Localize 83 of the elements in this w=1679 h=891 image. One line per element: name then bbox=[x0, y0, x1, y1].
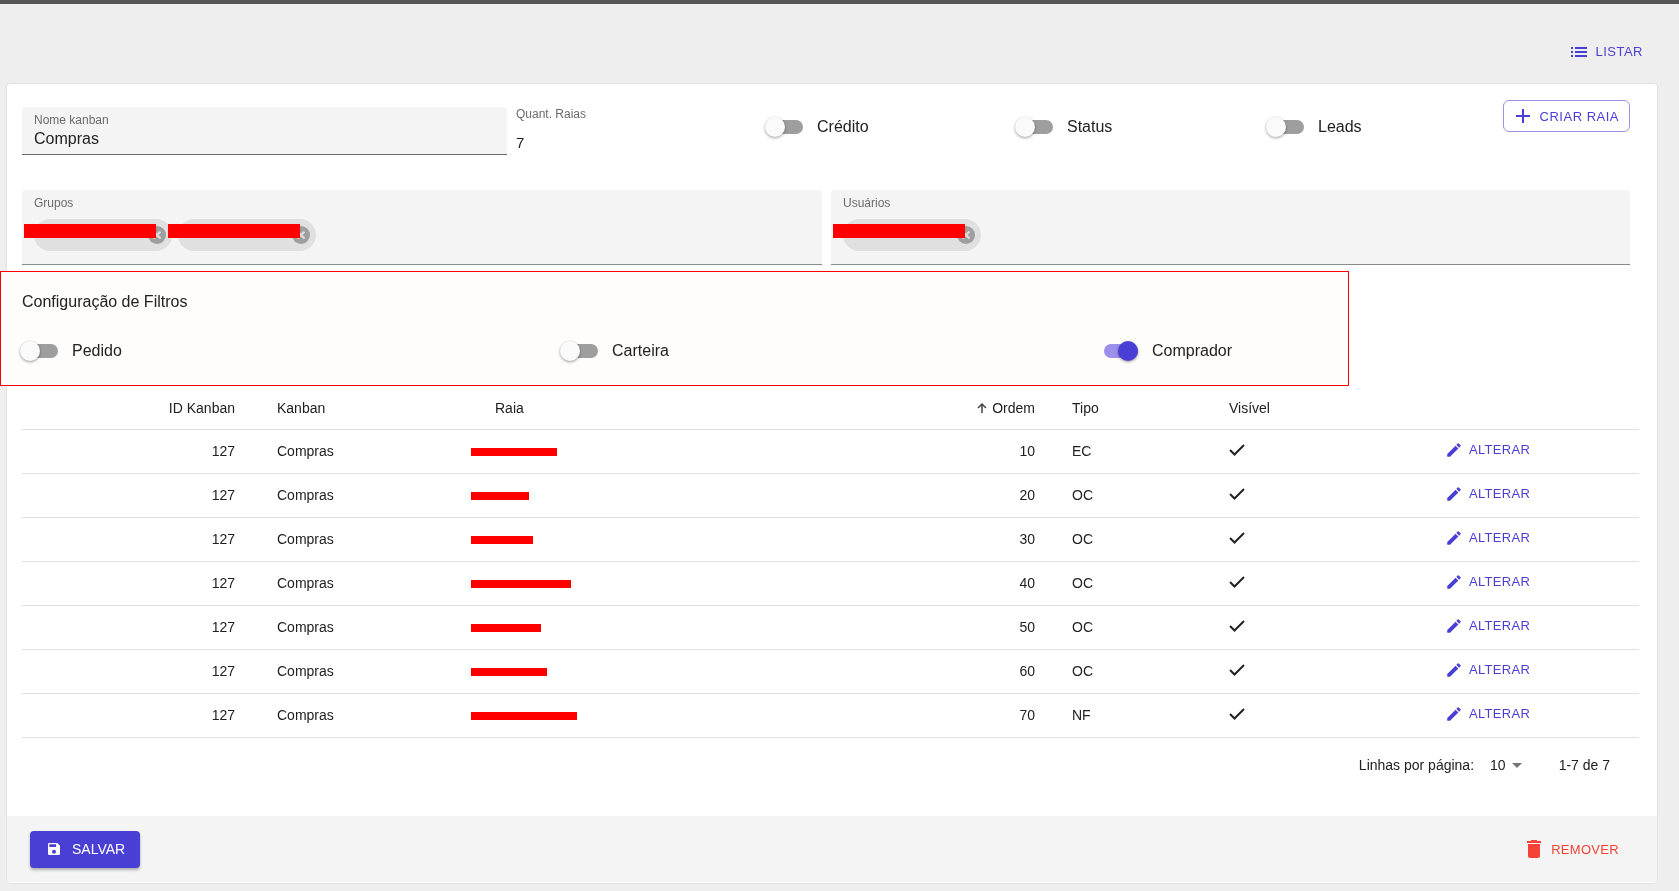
toggle-switch[interactable] bbox=[20, 339, 60, 363]
edit-button[interactable]: ALTERAR bbox=[1419, 484, 1531, 503]
remove-icon[interactable] bbox=[292, 226, 310, 244]
toggle-switch[interactable] bbox=[1015, 115, 1055, 139]
pencil-icon bbox=[1445, 572, 1463, 591]
table-cell: Compras bbox=[235, 649, 457, 693]
column-header: Raia bbox=[457, 388, 915, 429]
column-header: Tipo bbox=[1035, 388, 1229, 429]
table-cell: 127 bbox=[22, 473, 235, 517]
column-header: ID Kanban bbox=[22, 388, 235, 429]
edit-button[interactable]: ALTERAR bbox=[1419, 440, 1531, 459]
save-button[interactable]: SALVAR bbox=[30, 830, 141, 868]
list-button[interactable]: LISTAR bbox=[1565, 40, 1649, 63]
edit-button[interactable]: ALTERAR bbox=[1419, 572, 1531, 591]
caret-icon bbox=[1511, 762, 1522, 768]
toggle-label: Carteira bbox=[612, 342, 669, 360]
pencil-icon bbox=[1445, 660, 1463, 679]
trash-icon bbox=[1527, 840, 1542, 858]
table-cell: 127 bbox=[22, 517, 235, 561]
rows-per-page-select[interactable]: 10 bbox=[1490, 757, 1522, 773]
table-cell: NF bbox=[1035, 693, 1229, 737]
field-label: Usuários bbox=[843, 196, 892, 210]
table-cell: 127 bbox=[22, 561, 235, 605]
table-cell: OC bbox=[1035, 561, 1229, 605]
plus-icon bbox=[1515, 109, 1530, 123]
table-cell: 127 bbox=[22, 649, 235, 693]
chips-field[interactable]: Usuários bbox=[831, 190, 1630, 265]
edit-button[interactable]: ALTERAR bbox=[1419, 528, 1531, 547]
pencil-icon bbox=[1445, 484, 1463, 503]
toggle-switch[interactable] bbox=[1266, 115, 1306, 139]
table-cell: Compras bbox=[235, 605, 457, 649]
pencil-icon bbox=[1445, 440, 1463, 459]
column-header: Visível bbox=[1229, 388, 1419, 429]
table-cell: Compras bbox=[235, 473, 457, 517]
table-cell: 10 bbox=[915, 429, 1035, 473]
create-lane-button[interactable]: CRIAR RAIA bbox=[1502, 100, 1630, 132]
edit-button[interactable]: ALTERAR bbox=[1419, 616, 1531, 635]
table-cell: EC bbox=[1035, 429, 1229, 473]
table-cell: 127 bbox=[22, 605, 235, 649]
sort-arrow-icon bbox=[976, 402, 989, 415]
table-cell: 70 bbox=[915, 693, 1035, 737]
field-value: 7 bbox=[516, 134, 526, 151]
chips-field[interactable]: Grupos bbox=[22, 190, 822, 265]
table-cell: 40 bbox=[915, 561, 1035, 605]
remove-icon[interactable] bbox=[957, 226, 975, 244]
column-header: Kanban bbox=[235, 388, 457, 429]
toggle-label: Leads bbox=[1318, 118, 1362, 136]
toggle-label: Status bbox=[1067, 118, 1113, 136]
pencil-icon bbox=[1445, 616, 1463, 635]
toggle-label: Comprador bbox=[1152, 342, 1233, 360]
section-title: Configuração de Filtros bbox=[22, 293, 188, 311]
table-cell: 20 bbox=[915, 473, 1035, 517]
table-cell: 50 bbox=[915, 605, 1035, 649]
table-cell: 60 bbox=[915, 649, 1035, 693]
table-cell: OC bbox=[1035, 649, 1229, 693]
table-cell: 30 bbox=[915, 517, 1035, 561]
table-cell: 127 bbox=[22, 429, 235, 473]
table-cell: OC bbox=[1035, 473, 1229, 517]
table-cell: OC bbox=[1035, 605, 1229, 649]
page-range: 1-7 de 7 bbox=[1558, 757, 1610, 773]
toggle-switch[interactable] bbox=[765, 115, 805, 139]
field-label: Grupos bbox=[34, 196, 75, 210]
column-header[interactable]: Ordem bbox=[915, 388, 1035, 429]
edit-button[interactable]: ALTERAR bbox=[1419, 660, 1531, 679]
list-icon bbox=[1571, 45, 1588, 58]
table-cell: 127 bbox=[22, 693, 235, 737]
pencil-icon bbox=[1445, 704, 1463, 723]
table-cell: Compras bbox=[235, 517, 457, 561]
table-cell: Compras bbox=[235, 693, 457, 737]
edit-button[interactable]: ALTERAR bbox=[1419, 704, 1531, 723]
field-value: Compras bbox=[34, 130, 100, 148]
pencil-icon bbox=[1445, 528, 1463, 547]
remove-icon[interactable] bbox=[148, 226, 166, 244]
toggle-switch[interactable] bbox=[560, 339, 600, 363]
field-label: Nome kanban bbox=[34, 113, 110, 127]
table-cell: Compras bbox=[235, 561, 457, 605]
field-label: Quant. Raias bbox=[516, 107, 588, 121]
table-cell: OC bbox=[1035, 517, 1229, 561]
name-field[interactable]: Nome kanban Compras bbox=[22, 107, 507, 155]
toggle-label: Crédito bbox=[817, 118, 869, 136]
rows-per-page-label: Linhas por página: bbox=[1358, 757, 1475, 773]
table-cell: Compras bbox=[235, 429, 457, 473]
toggle-label: Pedido bbox=[72, 342, 122, 360]
